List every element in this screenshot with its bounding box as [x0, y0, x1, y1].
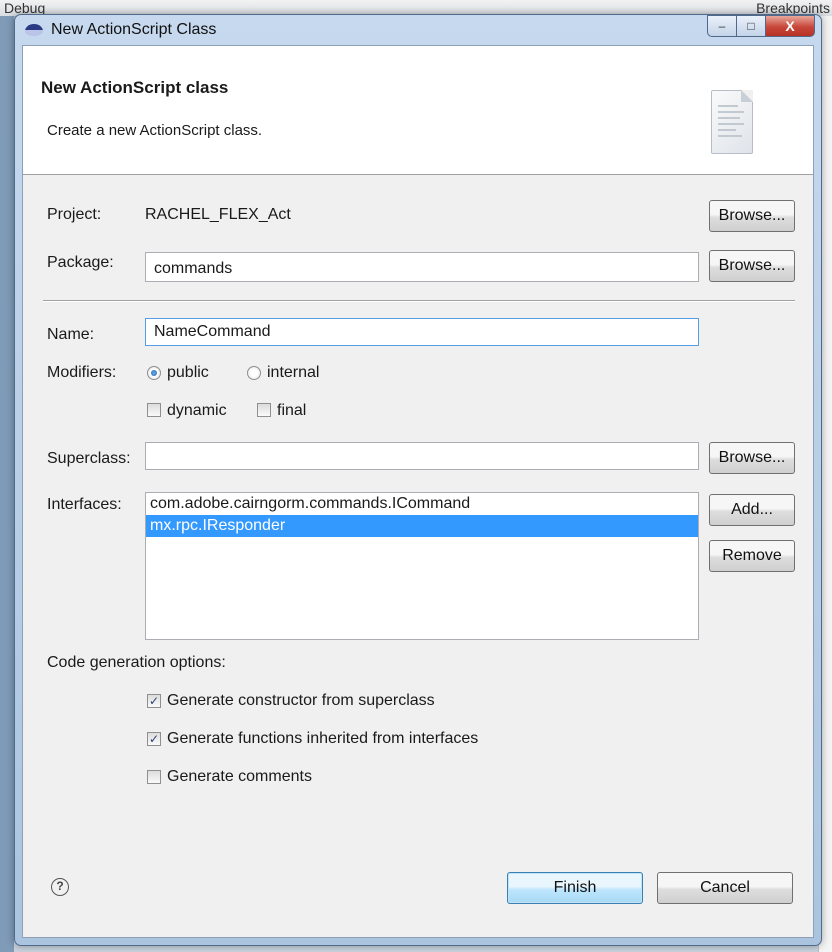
- interfaces-label: Interfaces:: [47, 496, 122, 513]
- project-browse-button[interactable]: Browse...: [709, 200, 795, 232]
- internal-radio[interactable]: [247, 366, 261, 380]
- wizard-subtitle: Create a new ActionScript class.: [47, 122, 263, 139]
- help-icon[interactable]: ?: [51, 878, 69, 896]
- name-input[interactable]: NameCommand: [145, 318, 699, 346]
- list-item[interactable]: com.adobe.cairngorm.commands.ICommand: [146, 493, 698, 515]
- dynamic-checkbox[interactable]: [147, 403, 161, 417]
- close-button[interactable]: X: [765, 15, 815, 37]
- superclass-browse-button[interactable]: Browse...: [709, 442, 795, 474]
- minimize-button[interactable]: –: [707, 15, 736, 37]
- generate-constructor-label[interactable]: Generate constructor from superclass: [167, 692, 435, 710]
- window-controls: – □ X: [707, 15, 815, 37]
- public-radio-label[interactable]: public: [167, 364, 209, 382]
- generate-comments-checkbox[interactable]: [147, 770, 161, 784]
- cancel-button[interactable]: Cancel: [657, 872, 793, 904]
- package-label: Package:: [47, 254, 114, 271]
- finish-button[interactable]: Finish: [507, 872, 643, 904]
- maximize-button[interactable]: □: [736, 15, 765, 37]
- interfaces-list[interactable]: com.adobe.cairngorm.commands.ICommand mx…: [145, 492, 699, 640]
- add-interface-button[interactable]: Add...: [709, 494, 795, 526]
- generate-comments-label[interactable]: Generate comments: [167, 768, 312, 786]
- superclass-label: Superclass:: [47, 450, 131, 467]
- public-radio[interactable]: [147, 366, 161, 380]
- modifiers-label: Modifiers:: [47, 364, 117, 381]
- remove-interface-button[interactable]: Remove: [709, 540, 795, 572]
- project-value: RACHEL_FLEX_Act: [145, 206, 291, 223]
- final-checkbox-label[interactable]: final: [277, 402, 306, 420]
- new-actionscript-class-dialog: New ActionScript Class – □ X New ActionS…: [14, 14, 822, 946]
- dialog-client-area: New ActionScript class Create a new Acti…: [22, 45, 814, 938]
- dynamic-checkbox-label[interactable]: dynamic: [167, 402, 227, 420]
- list-item-selected[interactable]: mx.rpc.IResponder: [146, 515, 698, 537]
- superclass-input[interactable]: [145, 442, 699, 470]
- window-title: New ActionScript Class: [51, 21, 217, 38]
- internal-radio-label[interactable]: internal: [267, 364, 319, 382]
- package-input[interactable]: commands: [145, 252, 699, 282]
- separator: [43, 300, 795, 302]
- wizard-title: New ActionScript class: [41, 78, 229, 97]
- project-label: Project:: [47, 206, 102, 223]
- document-icon: [711, 90, 753, 154]
- codegen-section-label: Code generation options:: [47, 654, 226, 671]
- generate-constructor-checkbox[interactable]: ✓: [147, 694, 161, 708]
- ide-left-panel: [0, 16, 14, 952]
- app-icon: [25, 24, 43, 36]
- name-label: Name:: [47, 326, 95, 343]
- generate-functions-checkbox[interactable]: ✓: [147, 732, 161, 746]
- final-checkbox[interactable]: [257, 403, 271, 417]
- title-bar[interactable]: New ActionScript Class – □ X: [15, 15, 821, 45]
- wizard-header: New ActionScript class Create a new Acti…: [23, 46, 813, 175]
- package-browse-button[interactable]: Browse...: [709, 250, 795, 282]
- generate-functions-label[interactable]: Generate functions inherited from interf…: [167, 730, 478, 748]
